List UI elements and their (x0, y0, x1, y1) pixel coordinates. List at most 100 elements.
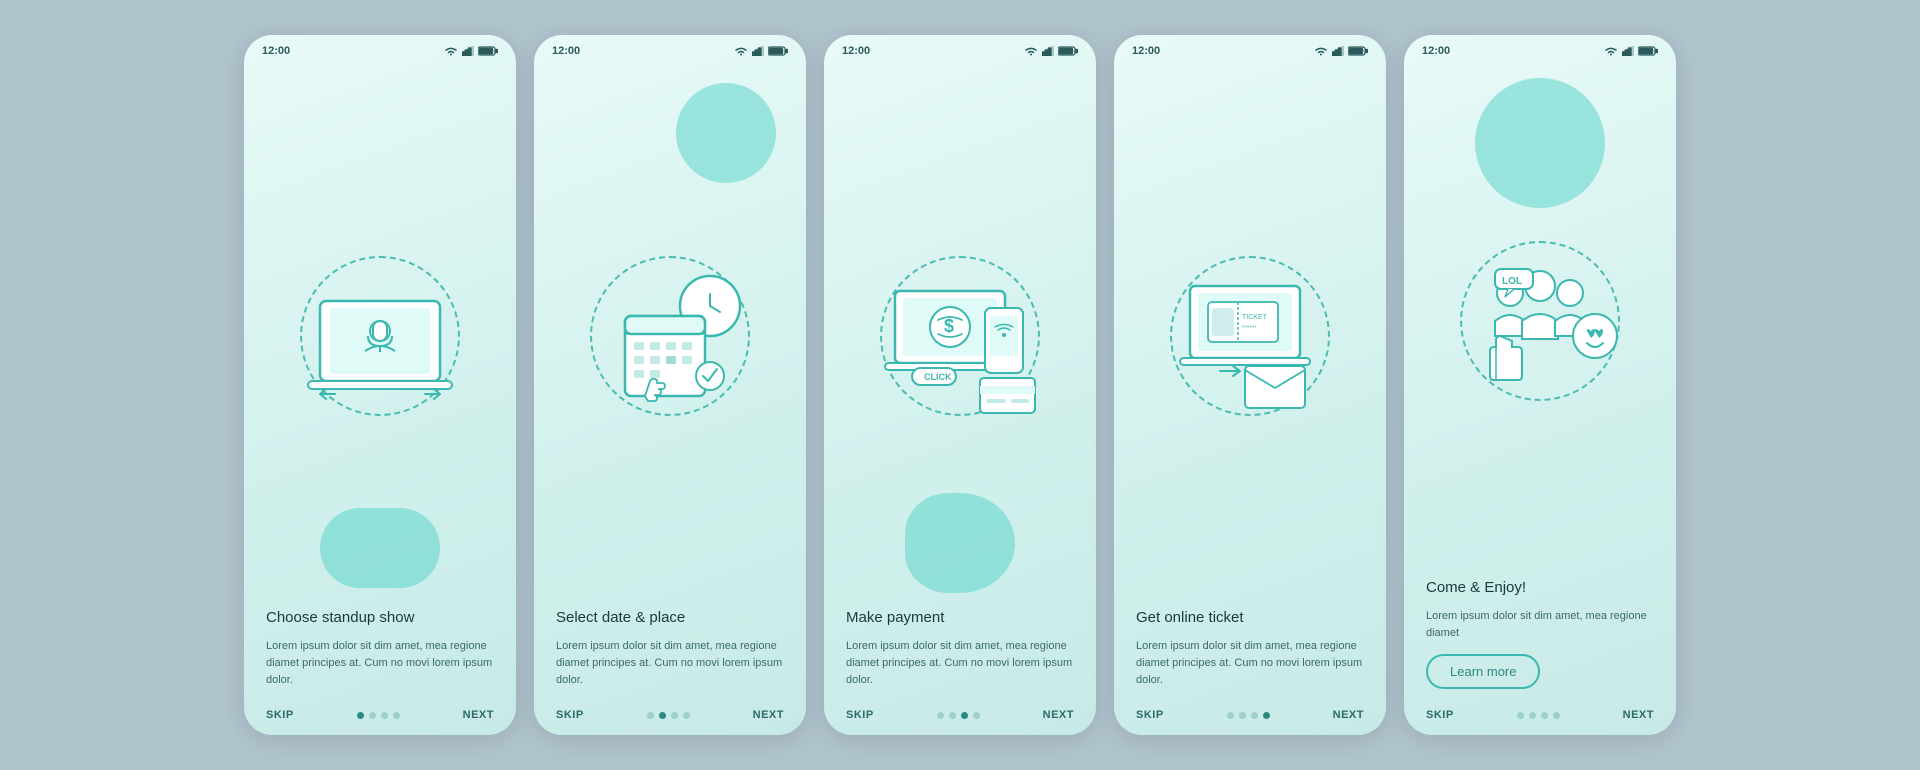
status-bar-5: 12:00 (1404, 35, 1676, 63)
dot-3-4 (973, 712, 980, 719)
screen-enjoy: 12:00 (1404, 35, 1676, 735)
status-icons-3 (1024, 46, 1078, 56)
status-bar-2: 12:00 (534, 35, 806, 63)
content-date: Select date & place Lorem ipsum dolor si… (534, 608, 806, 701)
payment-illustration: $ CLICK (860, 236, 1060, 436)
illustration-standup (244, 63, 516, 608)
battery-icon-3 (1058, 46, 1078, 56)
laptop-mic-illustration (280, 236, 480, 436)
skip-btn-1[interactable]: SKIP (266, 709, 294, 721)
bottom-nav-3: SKIP NEXT (824, 701, 1096, 735)
dot-2-4 (683, 712, 690, 719)
signal-icon-4 (1332, 46, 1344, 56)
title-payment: Make payment (846, 608, 1074, 628)
illustration-date (534, 63, 806, 608)
dots-2 (647, 712, 690, 719)
screen-select-date: 12:00 (534, 35, 806, 735)
dot-1-2 (369, 712, 376, 719)
dot-2-3 (671, 712, 678, 719)
dot-3-2 (949, 712, 956, 719)
next-btn-2[interactable]: NEXT (753, 709, 784, 721)
time-3: 12:00 (842, 45, 870, 57)
title-ticket: Get online ticket (1136, 608, 1364, 628)
enjoy-illustration: LOL (1440, 221, 1640, 421)
dot-2-2 (659, 712, 666, 719)
next-btn-4[interactable]: NEXT (1333, 709, 1364, 721)
ticket-illustration: TICKET •••••• (1150, 236, 1350, 436)
time-4: 12:00 (1132, 45, 1160, 57)
bottom-nav-1: SKIP NEXT (244, 701, 516, 735)
dot-1-3 (381, 712, 388, 719)
content-enjoy: Come & Enjoy! Lorem ipsum dolor sit dim … (1404, 578, 1676, 701)
learn-more-button[interactable]: Learn more (1426, 654, 1540, 689)
status-icons-1 (444, 46, 498, 56)
illustration-enjoy: LOL (1404, 63, 1676, 578)
status-icons-5 (1604, 46, 1658, 56)
dot-4-3 (1251, 712, 1258, 719)
wifi-icon-2 (734, 46, 748, 56)
signal-icon (462, 46, 474, 56)
content-standup: Choose standup show Lorem ipsum dolor si… (244, 608, 516, 701)
illustration-ticket: TICKET •••••• (1114, 63, 1386, 608)
content-ticket: Get online ticket Lorem ipsum dolor sit … (1114, 608, 1386, 701)
next-btn-5[interactable]: NEXT (1623, 709, 1654, 721)
skip-btn-2[interactable]: SKIP (556, 709, 584, 721)
battery-icon-5 (1638, 46, 1658, 56)
dots-3 (937, 712, 980, 719)
battery-icon (478, 46, 498, 56)
screen-ticket: 12:00 TICKET •••••• (1114, 35, 1386, 735)
status-icons-2 (734, 46, 788, 56)
screen-payment: 12:00 $ (824, 35, 1096, 735)
svg-text:TICKET: TICKET (1242, 314, 1268, 321)
title-enjoy: Come & Enjoy! (1426, 578, 1654, 598)
illustration-payment: $ CLICK (824, 63, 1096, 608)
skip-btn-4[interactable]: SKIP (1136, 709, 1164, 721)
dot-5-3 (1541, 712, 1548, 719)
dot-2-1 (647, 712, 654, 719)
dots-4 (1227, 712, 1270, 719)
skip-btn-5[interactable]: SKIP (1426, 709, 1454, 721)
title-date: Select date & place (556, 608, 784, 628)
body-standup: Lorem ipsum dolor sit dim amet, mea regi… (266, 638, 494, 689)
dots-5 (1517, 712, 1560, 719)
dot-3-3 (961, 712, 968, 719)
body-ticket: Lorem ipsum dolor sit dim amet, mea regi… (1136, 638, 1364, 689)
status-bar-1: 12:00 (244, 35, 516, 63)
time-5: 12:00 (1422, 45, 1450, 57)
body-enjoy: Lorem ipsum dolor sit dim amet, mea regi… (1426, 608, 1654, 642)
dot-5-1 (1517, 712, 1524, 719)
dot-5-4 (1553, 712, 1560, 719)
dot-1-1 (357, 712, 364, 719)
bottom-nav-4: SKIP NEXT (1114, 701, 1386, 735)
dot-4-4 (1263, 712, 1270, 719)
time-1: 12:00 (262, 45, 290, 57)
dot-1-4 (393, 712, 400, 719)
dots-1 (357, 712, 400, 719)
dot-4-2 (1239, 712, 1246, 719)
bottom-nav-2: SKIP NEXT (534, 701, 806, 735)
status-icons-4 (1314, 46, 1368, 56)
body-payment: Lorem ipsum dolor sit dim amet, mea regi… (846, 638, 1074, 689)
wifi-icon-3 (1024, 46, 1038, 56)
status-bar-4: 12:00 (1114, 35, 1386, 63)
status-bar-3: 12:00 (824, 35, 1096, 63)
next-btn-3[interactable]: NEXT (1043, 709, 1074, 721)
svg-text:LOL: LOL (1502, 276, 1522, 287)
calendar-clock-illustration (570, 236, 770, 436)
content-payment: Make payment Lorem ipsum dolor sit dim a… (824, 608, 1096, 701)
wifi-icon (444, 46, 458, 56)
skip-btn-3[interactable]: SKIP (846, 709, 874, 721)
signal-icon-5 (1622, 46, 1634, 56)
wifi-icon-4 (1314, 46, 1328, 56)
title-standup: Choose standup show (266, 608, 494, 628)
svg-text:••••••: •••••• (1242, 324, 1257, 331)
signal-icon-3 (1042, 46, 1054, 56)
dot-4-1 (1227, 712, 1234, 719)
next-btn-1[interactable]: NEXT (463, 709, 494, 721)
battery-icon-4 (1348, 46, 1368, 56)
battery-icon-2 (768, 46, 788, 56)
wifi-icon-5 (1604, 46, 1618, 56)
svg-text:CLICK: CLICK (924, 372, 952, 382)
body-date: Lorem ipsum dolor sit dim amet, mea regi… (556, 638, 784, 689)
signal-icon-2 (752, 46, 764, 56)
